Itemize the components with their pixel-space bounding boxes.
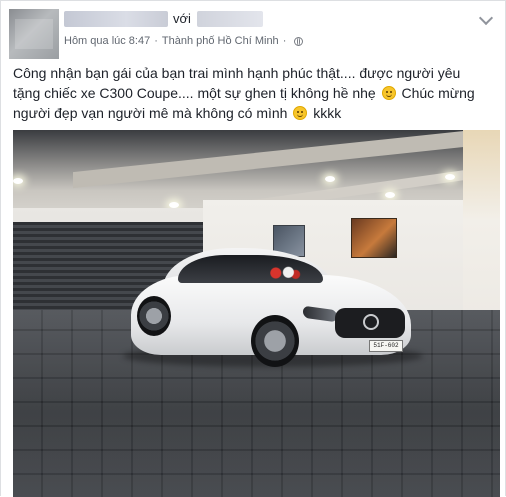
ceiling-light	[385, 192, 395, 198]
post-text-line-2b: Chúc mừng	[401, 85, 475, 101]
globe-icon[interactable]	[294, 36, 304, 46]
license-plate: 51F-602	[369, 340, 403, 352]
wall-painting	[351, 218, 397, 258]
post-meta: Hôm qua lúc 8:47 · Thành phố Hồ Chí Minh…	[64, 35, 304, 47]
location-link[interactable]: Thành phố Hồ Chí Minh	[162, 35, 279, 47]
post-text-line-3: người đẹp vạn người mê mà không có mình …	[13, 103, 497, 123]
smiley-icon	[293, 106, 308, 120]
smiley-icon	[381, 86, 396, 100]
chevron-down-icon[interactable]	[478, 10, 494, 26]
post-text-line-2a: tặng chiếc xe C300 Coupe.... một sự ghen…	[13, 85, 376, 101]
meta-separator-2: ·	[282, 35, 287, 47]
post-text: Công nhận bạn gái của bạn trai mình hạnh…	[13, 63, 497, 123]
post-text-line-1: Công nhận bạn gái của bạn trai mình hạnh…	[13, 65, 461, 81]
post-photo[interactable]: 51F-602	[13, 130, 500, 497]
post-text-line-3b: kkkk	[313, 105, 342, 121]
car-grille	[335, 308, 405, 338]
post-text-line-3a: người đẹp vạn người mê mà không có mình	[13, 105, 288, 121]
author-name-blurred[interactable]	[64, 11, 168, 27]
tagged-friend-blurred[interactable]	[197, 11, 263, 27]
ceiling-light	[13, 178, 23, 184]
car-wheel-rear	[137, 296, 171, 336]
timestamp-link[interactable]: Hôm qua lúc 8:47	[64, 35, 150, 47]
meta-separator: ·	[154, 35, 158, 47]
ceiling-light	[445, 174, 455, 180]
car-wheel-front	[251, 315, 299, 367]
ceiling-light	[325, 176, 335, 182]
car-flowers	[265, 266, 301, 280]
post-text-line-2: tặng chiếc xe C300 Coupe.... một sự ghen…	[13, 83, 497, 103]
facebook-post: với Hôm qua lúc 8:47 · Thành phố Hồ Chí …	[0, 0, 506, 497]
with-label: với	[173, 11, 191, 26]
avatar[interactable]	[9, 9, 59, 59]
